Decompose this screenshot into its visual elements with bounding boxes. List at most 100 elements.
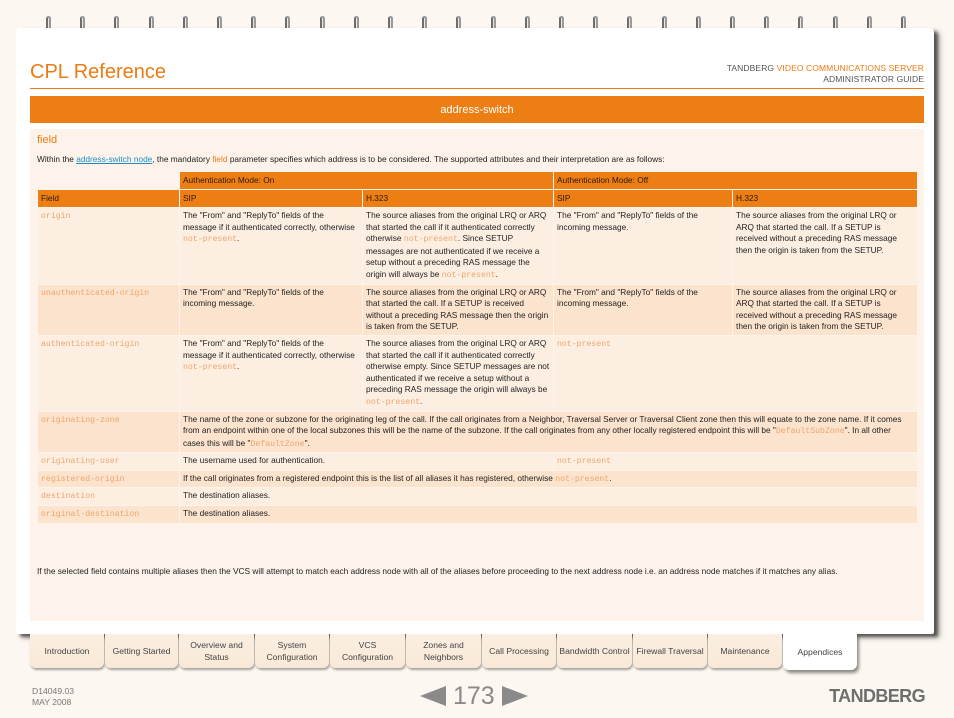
table-row: originating-user The username used for au… <box>37 452 919 471</box>
table-row: originating-zone The name of the zone or … <box>37 410 919 454</box>
cell-text: The "From" and "ReplyTo" fields of the m… <box>183 337 355 360</box>
previous-page-arrow-icon[interactable] <box>420 686 446 706</box>
auth-on-sip-cell: The "From" and "ReplyTo" fields of the i… <box>179 283 363 336</box>
tab-firewall-traversal[interactable]: Firewall Traversal <box>633 634 707 668</box>
field-name: originating-zone <box>41 415 120 425</box>
field-name-cell: origin <box>37 207 180 285</box>
tab-label: Getting Started <box>112 646 171 656</box>
tab-appendices[interactable]: Appendices <box>783 634 857 670</box>
blank-header-cell <box>37 171 180 190</box>
cell-text: The source aliases from the original LRQ… <box>366 337 550 395</box>
code-value: not-present <box>557 339 612 349</box>
field-name-cell: unauthenticated-origin <box>37 283 180 336</box>
table-row: unauthenticated-origin The "From" and "Re… <box>37 283 919 336</box>
next-page-arrow-icon[interactable] <box>501 686 528 706</box>
tandberg-logo: TANDBERG <box>829 686 925 706</box>
subsection-heading: field <box>37 134 58 146</box>
description-cell: The destination aliases. <box>178 505 919 524</box>
field-name-cell: originating-zone <box>37 410 180 454</box>
code-value: not-present <box>183 235 238 245</box>
code-value: not-present <box>557 457 612 467</box>
column-header-off-h323: H.323 <box>732 189 919 208</box>
intro-paragraph: Within the address-switch node, the mand… <box>37 154 665 164</box>
field-name: unauthenticated-origin <box>41 288 150 298</box>
document-date: MAY 2008 <box>32 697 72 707</box>
tab-vcs-configuration[interactable]: VCS Configuration <box>330 634 405 668</box>
tab-label: Bandwidth Control <box>559 646 630 656</box>
tab-bandwidth-control[interactable]: Bandwidth Control <box>557 634 632 668</box>
cell-text: If the call originates from a registered… <box>183 472 556 483</box>
column-header-off-sip: SIP <box>553 189 734 208</box>
tab-overview-and-status[interactable]: Overview and Status <box>179 634 254 668</box>
table-group-header-row: Authentication Mode: On Authentication M… <box>37 171 919 190</box>
auth-off-cell: not-present <box>553 334 919 412</box>
tab-label: System Configuration <box>266 640 318 662</box>
intro-text: Within the <box>37 154 77 164</box>
field-keyword: field <box>212 154 228 164</box>
tab-maintenance[interactable]: Maintenance <box>708 634 782 668</box>
tab-label: Overview and Status <box>190 640 243 662</box>
auth-on-h323-cell: The source aliases from the original LRQ… <box>361 334 555 412</box>
field-name: original-destination <box>41 510 140 520</box>
column-header-field: Field <box>37 189 180 208</box>
guide-header: TANDBERG VIDEO COMMUNICATIONS SERVER ADM… <box>727 63 924 85</box>
field-name: origin <box>41 212 71 221</box>
cell-text: . <box>495 268 498 279</box>
tab-zones-and-neighbors[interactable]: Zones and Neighbors <box>406 634 481 668</box>
auth-off-h323-cell: The source aliases from the original LRQ… <box>732 283 919 336</box>
auth-on-sip-cell: The "From" and "ReplyTo" fields of the m… <box>179 334 363 412</box>
table-row: destination The destination aliases. <box>37 487 919 507</box>
tab-introduction[interactable]: Introduction <box>30 634 104 668</box>
cell-text: The source aliases from the original LRQ… <box>366 286 549 332</box>
column-header-on-h323: H.323 <box>361 189 555 208</box>
tab-label: VCS Configuration <box>341 640 394 662</box>
field-name-cell: destination <box>37 487 180 507</box>
tab-label: Zones and Neighbors <box>423 640 464 662</box>
tab-system-configuration[interactable]: System Configuration <box>255 634 329 668</box>
header-divider <box>30 88 924 89</box>
table-row: original-destination The destination alia… <box>37 505 919 524</box>
cell-text: The username used for authentication. <box>183 455 326 466</box>
cell-text: The source aliases from the original LRQ… <box>736 210 897 255</box>
auth-on-cell: The username used for authentication. <box>178 452 555 471</box>
page-navigation: 173 <box>420 682 528 710</box>
code-value: DefaultZone <box>250 439 305 449</box>
brand-prefix: TANDBERG <box>726 63 775 73</box>
group-header-auth-off: Authentication Mode: Off <box>553 171 919 190</box>
tab-label: Appendices <box>797 647 843 657</box>
guide-name: ADMINISTRATOR GUIDE <box>823 74 924 84</box>
cell-text: The source aliases from the original LRQ… <box>736 286 897 332</box>
code-value: not-present <box>366 397 421 407</box>
description-cell: The name of the zone or subzone for the … <box>178 410 919 454</box>
field-name-cell: original-destination <box>37 505 180 524</box>
cell-text: . <box>237 233 240 244</box>
tab-getting-started[interactable]: Getting Started <box>105 634 178 668</box>
auth-off-cell: not-present <box>553 452 919 471</box>
document-id: D14049.03 <box>32 686 75 696</box>
code-value: not-present <box>403 235 458 245</box>
auth-off-h323-cell: The source aliases from the original LRQ… <box>732 207 919 285</box>
code-value: not-present <box>441 270 496 280</box>
address-switch-node-link[interactable]: address-switch node <box>76 154 152 164</box>
table-column-header-row: Field SIP H.323 SIP H.323 <box>37 189 919 208</box>
tab-call-processing[interactable]: Call Processing <box>482 634 556 668</box>
page-number: 173 <box>453 682 495 710</box>
tab-label: Firewall Traversal <box>636 646 704 656</box>
page-title: CPL Reference <box>30 61 166 83</box>
cell-text: . <box>420 395 423 406</box>
field-name: authenticated-origin <box>41 339 140 349</box>
cell-text: The destination aliases. <box>183 490 271 501</box>
column-header-on-sip: SIP <box>179 189 363 208</box>
field-attributes-table: Authentication Mode: On Authentication M… <box>37 171 919 524</box>
cell-text: The "From" and "ReplyTo" fields of the i… <box>557 210 698 232</box>
cell-text: . <box>237 361 240 372</box>
cell-text: The "From" and "ReplyTo" fields of the i… <box>183 286 324 309</box>
field-name-cell: registered-origin <box>37 469 180 489</box>
table-row: registered-origin If the call originates … <box>37 469 919 489</box>
content-area: field Within the address-switch node, th… <box>30 129 924 621</box>
description-cell: If the call originates from a registered… <box>178 469 919 489</box>
section-title-bar: address-switch <box>30 96 924 123</box>
field-name: originating-user <box>41 457 120 467</box>
auth-off-sip-cell: The "From" and "ReplyTo" fields of the i… <box>553 207 734 285</box>
code-value: DefaultSubZone <box>775 427 845 437</box>
